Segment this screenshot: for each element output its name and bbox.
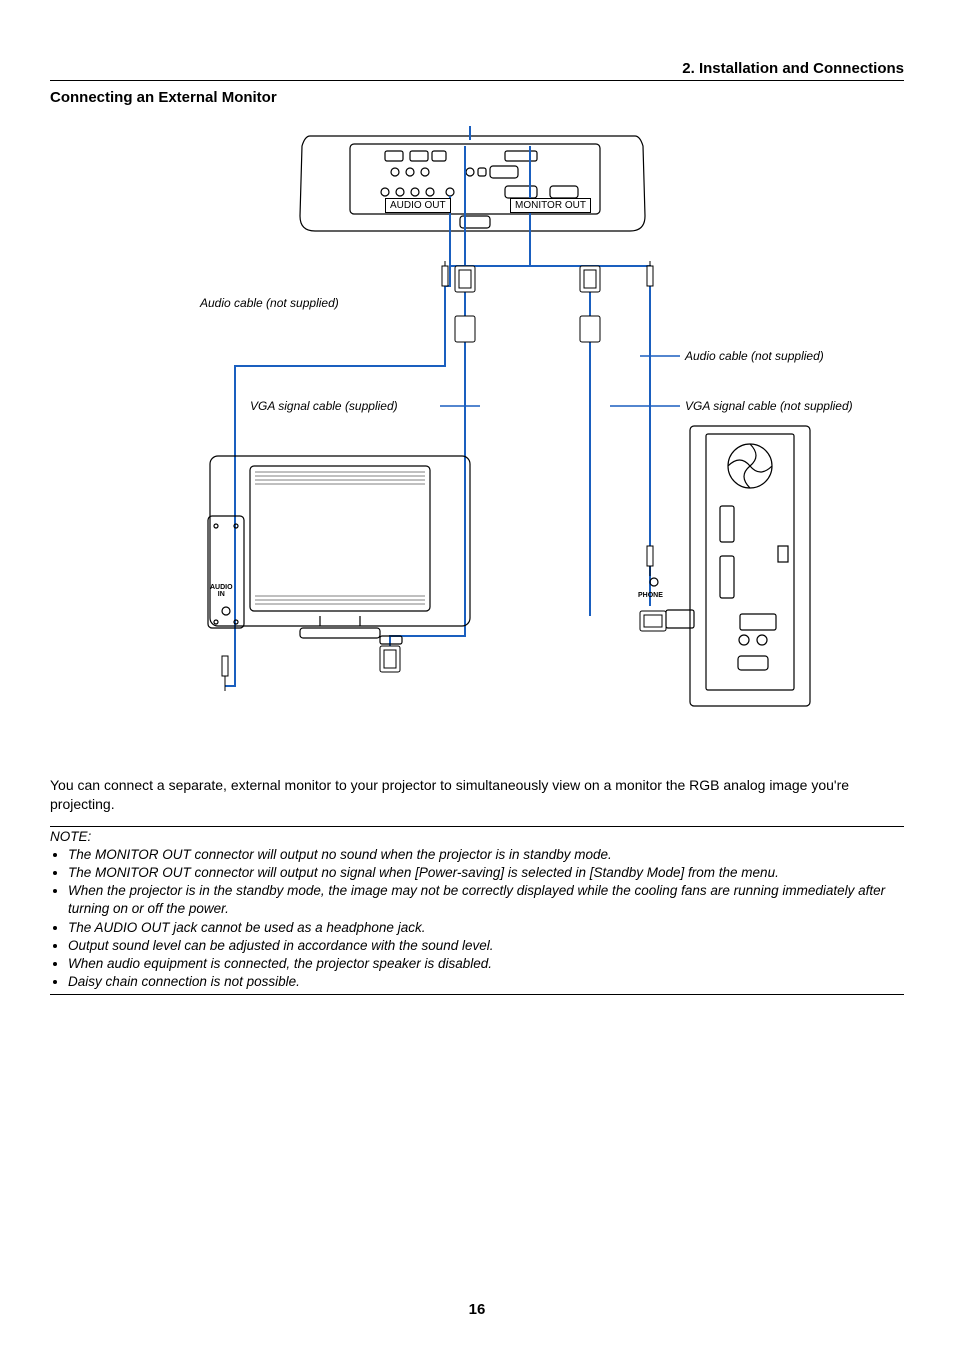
vga-not-supplied-label: VGA signal cable (not supplied) (685, 399, 853, 413)
connection-diagram: AUDIO OUT MONITOR OUT Audio cable (not s… (50, 116, 904, 736)
monitor-out-label: MONITOR OUT (510, 198, 591, 213)
pc-phone-label: PHONE (638, 592, 663, 599)
note-list: The MONITOR OUT connector will output no… (50, 846, 904, 992)
chapter-title: 2. Installation and Connections (682, 60, 904, 77)
note-block: NOTE: The MONITOR OUT connector will out… (50, 826, 904, 995)
audio-cable-left-label: Audio cable (not supplied) (200, 296, 339, 310)
page-number: 16 (0, 1301, 954, 1318)
note-item: The MONITOR OUT connector will output no… (68, 864, 904, 882)
intro-paragraph: You can connect a separate, external mon… (50, 776, 904, 814)
note-item: When the projector is in the standby mod… (68, 882, 904, 918)
diagram-svg (50, 116, 904, 736)
monitor-audio-in-label: AUDIO IN (210, 584, 233, 598)
note-item: Daisy chain connection is not possible. (68, 973, 904, 991)
audio-out-label: AUDIO OUT (385, 198, 451, 213)
section-title: Connecting an External Monitor (50, 89, 904, 106)
header-rule: 2. Installation and Connections (50, 60, 904, 81)
note-item: When audio equipment is connected, the p… (68, 955, 904, 973)
note-item: The AUDIO OUT jack cannot be used as a h… (68, 919, 904, 937)
note-item: The MONITOR OUT connector will output no… (68, 846, 904, 864)
page: 2. Installation and Connections Connecti… (0, 0, 954, 1348)
note-heading: NOTE: (50, 829, 904, 844)
vga-supplied-label: VGA signal cable (supplied) (250, 399, 398, 413)
audio-cable-right-label: Audio cable (not supplied) (685, 349, 824, 363)
note-item: Output sound level can be adjusted in ac… (68, 937, 904, 955)
